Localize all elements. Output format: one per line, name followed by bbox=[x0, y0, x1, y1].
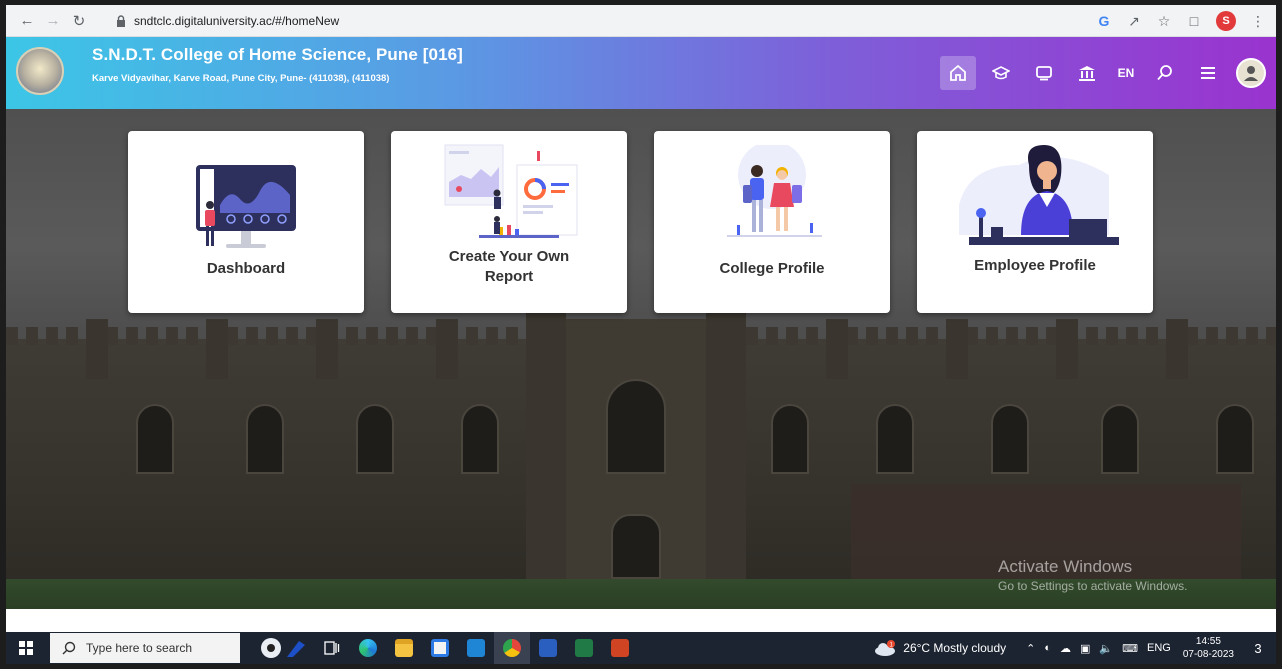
search-icon[interactable] bbox=[1147, 56, 1183, 90]
news-widget-icon[interactable] bbox=[254, 632, 314, 664]
screen: ← → ↻ sndtclc.digitaluniversity.ac/#/hom… bbox=[6, 5, 1276, 664]
windows-taskbar: Type here to search 1 26°C Mostly cloudy bbox=[6, 632, 1276, 664]
taskbar-search-box[interactable]: Type here to search bbox=[50, 633, 240, 663]
task-view-icon[interactable] bbox=[314, 632, 350, 664]
college-logo[interactable] bbox=[16, 47, 64, 95]
display-icon[interactable] bbox=[1026, 56, 1062, 90]
volume-muted-icon[interactable]: 🔈 bbox=[1099, 642, 1113, 655]
window-frame: ← → ↻ sndtclc.digitaluniversity.ac/#/hom… bbox=[0, 0, 1282, 669]
create-report-label-line2: Report bbox=[484, 268, 534, 285]
cloud-icon: 1 bbox=[875, 640, 896, 656]
windows-start-icon[interactable] bbox=[6, 632, 46, 664]
activate-title: Activate Windows bbox=[998, 557, 1133, 576]
menu-icon[interactable] bbox=[1190, 56, 1226, 90]
create-report-label-line1: Create Your Own bbox=[448, 248, 570, 265]
college-profile-label: College Profile bbox=[719, 260, 825, 277]
profile-avatar[interactable]: S bbox=[1216, 11, 1236, 31]
employee-profile-label: Employee Profile bbox=[974, 257, 1096, 274]
clock[interactable]: 14:55 07-08-2023 bbox=[1183, 635, 1234, 661]
notification-icon[interactable]: 3 bbox=[1248, 638, 1268, 658]
url-text: sndtclc.digitaluniversity.ac/#/homeNew bbox=[134, 14, 340, 28]
activate-subtitle: Go to Settings to activate Windows. bbox=[998, 579, 1188, 593]
activate-windows-watermark: Activate Windows Go to Settings to activ… bbox=[998, 557, 1187, 593]
file-explorer-icon[interactable] bbox=[386, 632, 422, 664]
report-illustration-icon bbox=[444, 144, 578, 238]
bank-icon[interactable] bbox=[1069, 56, 1105, 90]
weather-widget[interactable]: 1 26°C Mostly cloudy bbox=[873, 639, 1006, 657]
create-report-label: Create Your Own Report bbox=[391, 247, 627, 287]
store-icon[interactable] bbox=[422, 632, 458, 664]
word-icon[interactable] bbox=[530, 632, 566, 664]
search-icon bbox=[62, 641, 76, 655]
network-icon[interactable]: ▣ bbox=[1080, 642, 1090, 655]
home-icon[interactable] bbox=[940, 56, 976, 90]
employee-illustration-icon bbox=[959, 145, 1119, 245]
address-bar[interactable]: sndtclc.digitaluniversity.ac/#/homeNew bbox=[116, 8, 1081, 34]
chrome-icon[interactable] bbox=[494, 632, 530, 664]
back-icon[interactable]: ← bbox=[16, 10, 38, 32]
meet-now-icon[interactable]: ◐ bbox=[1044, 642, 1051, 654]
user-avatar[interactable] bbox=[1236, 58, 1266, 88]
clock-date: 07-08-2023 bbox=[1182, 649, 1234, 660]
excel-icon[interactable] bbox=[566, 632, 602, 664]
edge-icon[interactable] bbox=[350, 632, 386, 664]
share-icon[interactable]: ↗ bbox=[1126, 13, 1142, 30]
college-name: S.N.D.T. College of Home Science, Pune [… bbox=[92, 45, 463, 64]
employee-profile-card[interactable]: Employee Profile bbox=[917, 131, 1153, 313]
students-illustration-icon bbox=[727, 145, 822, 237]
dashboard-illustration-icon bbox=[196, 165, 296, 248]
system-tray: ⌃ ◐ ☁ ▣ 🔈 ⌨ ENG bbox=[1026, 642, 1171, 655]
language-indicator[interactable]: ENG bbox=[1147, 642, 1171, 654]
taskbar-search-placeholder: Type here to search bbox=[86, 641, 193, 655]
clock-time: 14:55 bbox=[1195, 636, 1221, 647]
mail-icon[interactable] bbox=[458, 632, 494, 664]
dashboard-card[interactable]: Dashboard bbox=[128, 131, 364, 313]
reload-icon[interactable]: ↻ bbox=[68, 10, 90, 32]
graduation-cap-icon[interactable] bbox=[983, 56, 1019, 90]
weather-text: 26°C Mostly cloudy bbox=[903, 641, 1007, 655]
keyboard-icon[interactable]: ⌨ bbox=[1122, 642, 1138, 655]
dashboard-label: Dashboard bbox=[206, 260, 286, 277]
more-menu-icon[interactable]: ⋮ bbox=[1250, 13, 1266, 30]
chevron-up-icon[interactable]: ⌃ bbox=[1026, 642, 1035, 655]
onedrive-icon[interactable]: ☁ bbox=[1060, 642, 1071, 655]
notification-count: 3 bbox=[1254, 640, 1262, 656]
lock-icon bbox=[117, 15, 125, 27]
bookmark-star-icon[interactable]: ☆ bbox=[1156, 13, 1172, 30]
powerpoint-icon[interactable] bbox=[602, 632, 638, 664]
forward-icon[interactable]: → bbox=[42, 10, 64, 32]
college-profile-card[interactable]: College Profile bbox=[654, 131, 890, 313]
language-selector[interactable]: EN bbox=[1112, 66, 1140, 80]
create-report-card[interactable]: Create Your Own Report bbox=[391, 131, 627, 313]
google-icon[interactable]: G bbox=[1096, 13, 1112, 29]
app-header: S.N.D.T. College of Home Science, Pune [… bbox=[6, 37, 1276, 109]
browser-toolbar: ← → ↻ sndtclc.digitaluniversity.ac/#/hom… bbox=[6, 5, 1276, 37]
college-address: Karve Vidyavihar, Karve Road, Pune City,… bbox=[92, 73, 390, 84]
side-panel-icon[interactable]: □ bbox=[1186, 13, 1202, 29]
